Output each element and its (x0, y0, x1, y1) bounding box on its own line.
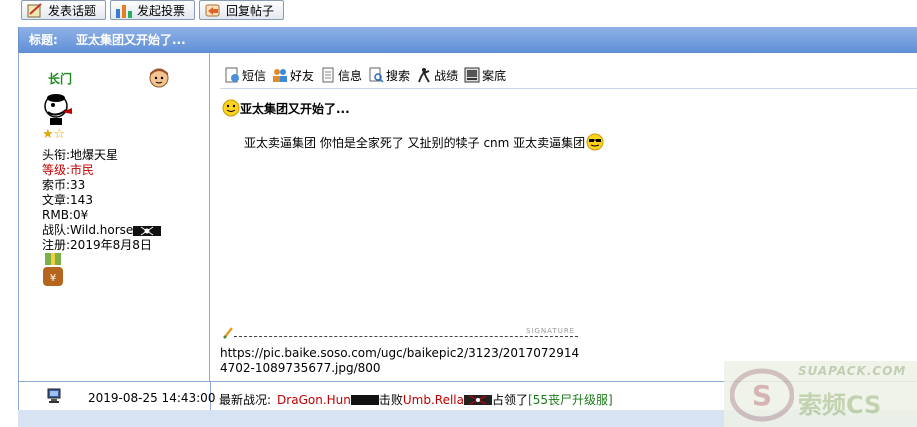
field-value: 143 (70, 193, 93, 207)
news-action: 击败 (378, 393, 403, 407)
reply-label: 回复帖子 (226, 4, 275, 18)
post-title-text: 亚太集团又开始了... (240, 101, 350, 116)
thread-title-bar: 标题: 亚太集团又开始了... (18, 27, 917, 53)
new-topic-button[interactable]: 发表话题 (21, 0, 106, 20)
field-label: 索币: (42, 178, 71, 192)
star-empty-icon: ☆ (53, 127, 66, 142)
signature-dashes (234, 336, 578, 337)
divider (220, 88, 917, 89)
field-value: 0¥ (72, 208, 89, 222)
field-label: 注册: (42, 238, 71, 252)
document-icon (322, 67, 334, 83)
team-link[interactable]: Wild.horse (70, 223, 133, 238)
field-label: RMB: (42, 208, 73, 222)
field-value: 33 (70, 178, 86, 192)
pencil-paper-icon (27, 3, 42, 18)
new-topic-label: 发表话题 (48, 4, 97, 18)
field-label: 战队: (42, 223, 71, 237)
pirate-flag-icon (464, 394, 492, 405)
toolbar: 发表话题 发起投票 回复帖子 (0, 0, 917, 26)
action-message[interactable]: 短信 (224, 67, 266, 84)
smiley-icon (222, 99, 240, 117)
user-posts-row: 文章:143 (42, 193, 93, 208)
svg-text:S: S (752, 379, 772, 412)
avatar (44, 94, 72, 125)
field-value: 2019年8月8日 (70, 238, 152, 252)
watermark-logo-icon: S (730, 368, 794, 422)
action-label: 好友 (290, 68, 315, 83)
friends-icon (273, 69, 288, 82)
action-friend[interactable]: 好友 (272, 67, 314, 84)
computer-icon (47, 388, 61, 403)
rank-stars: ★☆ (42, 127, 65, 142)
server-link[interactable]: [55丧尸升级服] (528, 391, 613, 408)
player-link[interactable]: Umb.Rella (403, 393, 464, 407)
field-label: 头衔: (42, 148, 71, 162)
sunglasses-smiley-icon (586, 133, 604, 151)
action-label: 短信 (242, 68, 267, 83)
new-poll-button[interactable]: 发起投票 (110, 0, 195, 20)
post-body: 亚太卖逼集团 你怕是全家死了 又扯别的犊子 cnm 亚太卖逼集团 (244, 132, 605, 152)
battle-news: 最新战况: DraGon.Hun 击败 Umb.Rella 占领了 [55丧尸升… (219, 391, 613, 408)
action-label: 战绩 (434, 68, 459, 83)
message-icon (225, 67, 239, 83)
field-label: 文章: (42, 193, 71, 207)
user-coins-row: 索币:33 (42, 178, 85, 193)
user-rmb-row: RMB:0¥ (42, 208, 88, 223)
signature-text[interactable]: https://pic.baike.soso.com/ugc/baikepic2… (220, 346, 580, 376)
pen-icon (223, 327, 233, 339)
signature-divider: SIGNATURE (222, 327, 582, 344)
watermark: S SUAPACK.COM 索频CS (724, 361, 917, 427)
action-case[interactable]: 案底 (464, 67, 506, 84)
new-poll-label: 发起投票 (137, 4, 186, 18)
action-search[interactable]: 搜索 (368, 67, 410, 84)
username[interactable]: 长门 (48, 70, 72, 87)
thread-title: 亚太集团又开始了... (76, 33, 186, 47)
reply-button[interactable]: 回复帖子 (199, 0, 284, 20)
reply-arrow-icon (205, 4, 220, 17)
title-label: 标题: (29, 33, 58, 47)
user-joined-row: 注册:2019年8月8日 (42, 238, 152, 253)
news-label: 最新战况: (219, 393, 272, 407)
search-icon (369, 67, 384, 83)
player-link[interactable]: DraGon.Hun (277, 393, 351, 407)
medal-icon: ¥ (43, 253, 63, 286)
soldier-icon (418, 68, 430, 83)
star-filled-icon: ★ (42, 127, 54, 142)
post-title: 亚太集团又开始了... (222, 99, 350, 117)
signature-label: SIGNATURE (526, 327, 576, 335)
post-body-text: 亚太卖逼集团 你怕是全家死了 又扯别的犊子 cnm 亚太卖逼集团 (244, 135, 586, 150)
news-action: 占领了 (492, 393, 529, 407)
team-flag-icon (350, 394, 379, 405)
action-label: 案底 (482, 68, 507, 83)
field-value: 地爆天星 (70, 148, 119, 162)
field-label: 等级: (42, 163, 71, 177)
pirate-flag-icon (133, 225, 162, 236)
action-info[interactable]: 信息 (320, 67, 362, 84)
action-label: 信息 (338, 68, 363, 83)
post-actions: 短信 好友 信息 搜索 战绩 案底 (224, 66, 512, 84)
watermark-text: SUAPACK.COM (798, 364, 907, 378)
user-team-row: 战队: Wild.horse (42, 223, 162, 238)
action-record[interactable]: 战绩 (416, 67, 458, 84)
user-level-row: 等级:市民 (42, 163, 94, 178)
bar-chart-icon (116, 5, 132, 18)
case-file-icon (464, 67, 480, 83)
svg-text:¥: ¥ (50, 273, 56, 284)
watermark-text-cn: 索频CS (798, 391, 882, 419)
avatar-face-icon (149, 68, 169, 88)
user-title-row: 头衔:地爆天星 (42, 148, 118, 163)
action-label: 搜索 (386, 68, 411, 83)
post-datetime: 2019-08-25 14:43:00 (88, 391, 216, 405)
field-value: 市民 (70, 163, 95, 177)
